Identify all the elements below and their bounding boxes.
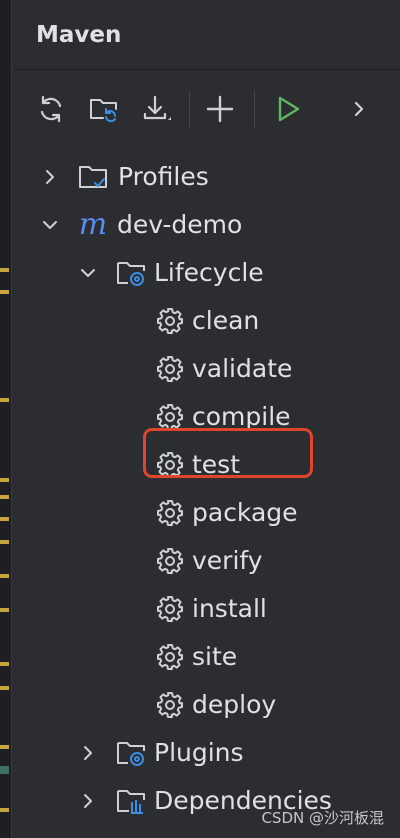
tree-item-profiles[interactable]: Profiles [13, 153, 400, 201]
generate-sources-button[interactable] [85, 90, 123, 128]
phase-label: package [192, 498, 298, 527]
project-name: dev-demo [117, 210, 243, 239]
lifecycle-phase-package[interactable]: package [13, 489, 400, 537]
more-actions-button[interactable] [340, 90, 378, 128]
reload-button[interactable] [32, 90, 70, 128]
lifecycle-phase-install[interactable]: install [13, 585, 400, 633]
phase-label: deploy [192, 690, 277, 719]
toolbar-separator [189, 90, 190, 128]
gear-icon [153, 544, 187, 578]
gutter-marker [0, 290, 9, 294]
tree-item-project[interactable]: m dev-demo [13, 201, 400, 249]
gutter-marker [0, 745, 9, 749]
gutter-marker [0, 398, 9, 402]
gear-icon [153, 496, 187, 530]
gutter-marker [0, 268, 9, 272]
add-button[interactable] [201, 90, 239, 128]
phase-label: validate [192, 354, 293, 383]
phase-label: clean [192, 306, 260, 335]
chevron-down-icon[interactable] [78, 263, 98, 283]
run-button[interactable] [269, 90, 307, 128]
gutter-marker [0, 686, 9, 690]
phase-label: site [192, 642, 238, 671]
chevron-right-icon[interactable] [78, 791, 98, 811]
download-button[interactable] [137, 90, 175, 128]
plus-icon [206, 95, 234, 123]
tree-item-lifecycle[interactable]: Lifecycle [13, 249, 400, 297]
lifecycle-phase-deploy[interactable]: deploy [13, 681, 400, 729]
play-icon [278, 96, 300, 122]
gutter-marker [0, 766, 9, 774]
gutter-marker [0, 662, 9, 666]
refresh-icon [40, 95, 62, 123]
tree-item-label: Plugins [154, 738, 244, 767]
tree-item-label: Profiles [118, 162, 209, 191]
gutter-marker [0, 478, 9, 482]
editor-gutter-strip [0, 0, 12, 838]
gutter-marker [0, 495, 9, 499]
lifecycle-phase-validate[interactable]: validate [13, 345, 400, 393]
tree-item-plugins[interactable]: Plugins [13, 729, 400, 777]
gear-icon [153, 640, 187, 674]
gutter-marker [0, 540, 9, 544]
lifecycle-phase-site[interactable]: site [13, 633, 400, 681]
gear-icon [153, 688, 187, 722]
tool-window-header: Maven [13, 0, 400, 70]
maven-toolbar [13, 70, 400, 146]
phase-label: verify [192, 546, 263, 575]
gutter-marker [0, 574, 9, 578]
chevron-down-icon[interactable] [40, 215, 60, 235]
folder-gear-icon [114, 256, 148, 290]
download-icon [143, 95, 171, 120]
gear-icon [153, 352, 187, 386]
maven-logo-icon: m [78, 207, 108, 242]
chevron-right-icon[interactable] [78, 743, 98, 763]
maven-tool-window: Maven Profiles m dev-demo Lifecycle clea… [13, 0, 400, 838]
phase-label: install [192, 594, 267, 623]
chevron-right-icon [354, 101, 364, 117]
gutter-marker [0, 517, 9, 521]
selection-highlight-box [143, 428, 313, 478]
lifecycle-phase-clean[interactable]: clean [13, 297, 400, 345]
lifecycle-phase-verify[interactable]: verify [13, 537, 400, 585]
tool-window-title: Maven [36, 21, 122, 48]
gear-icon [153, 304, 187, 338]
chevron-right-icon[interactable] [40, 167, 60, 187]
watermark: CSDN @沙河板混 [261, 809, 384, 827]
gutter-marker [0, 608, 9, 612]
folder-library-icon [114, 784, 148, 818]
folder-check-icon [76, 160, 110, 194]
folder-gear-icon [114, 736, 148, 770]
gear-icon [153, 592, 187, 626]
toolbar-separator [254, 90, 255, 128]
gutter-marker [0, 808, 9, 812]
tree-item-label: Lifecycle [154, 258, 264, 287]
folder-refresh-icon [90, 99, 117, 123]
